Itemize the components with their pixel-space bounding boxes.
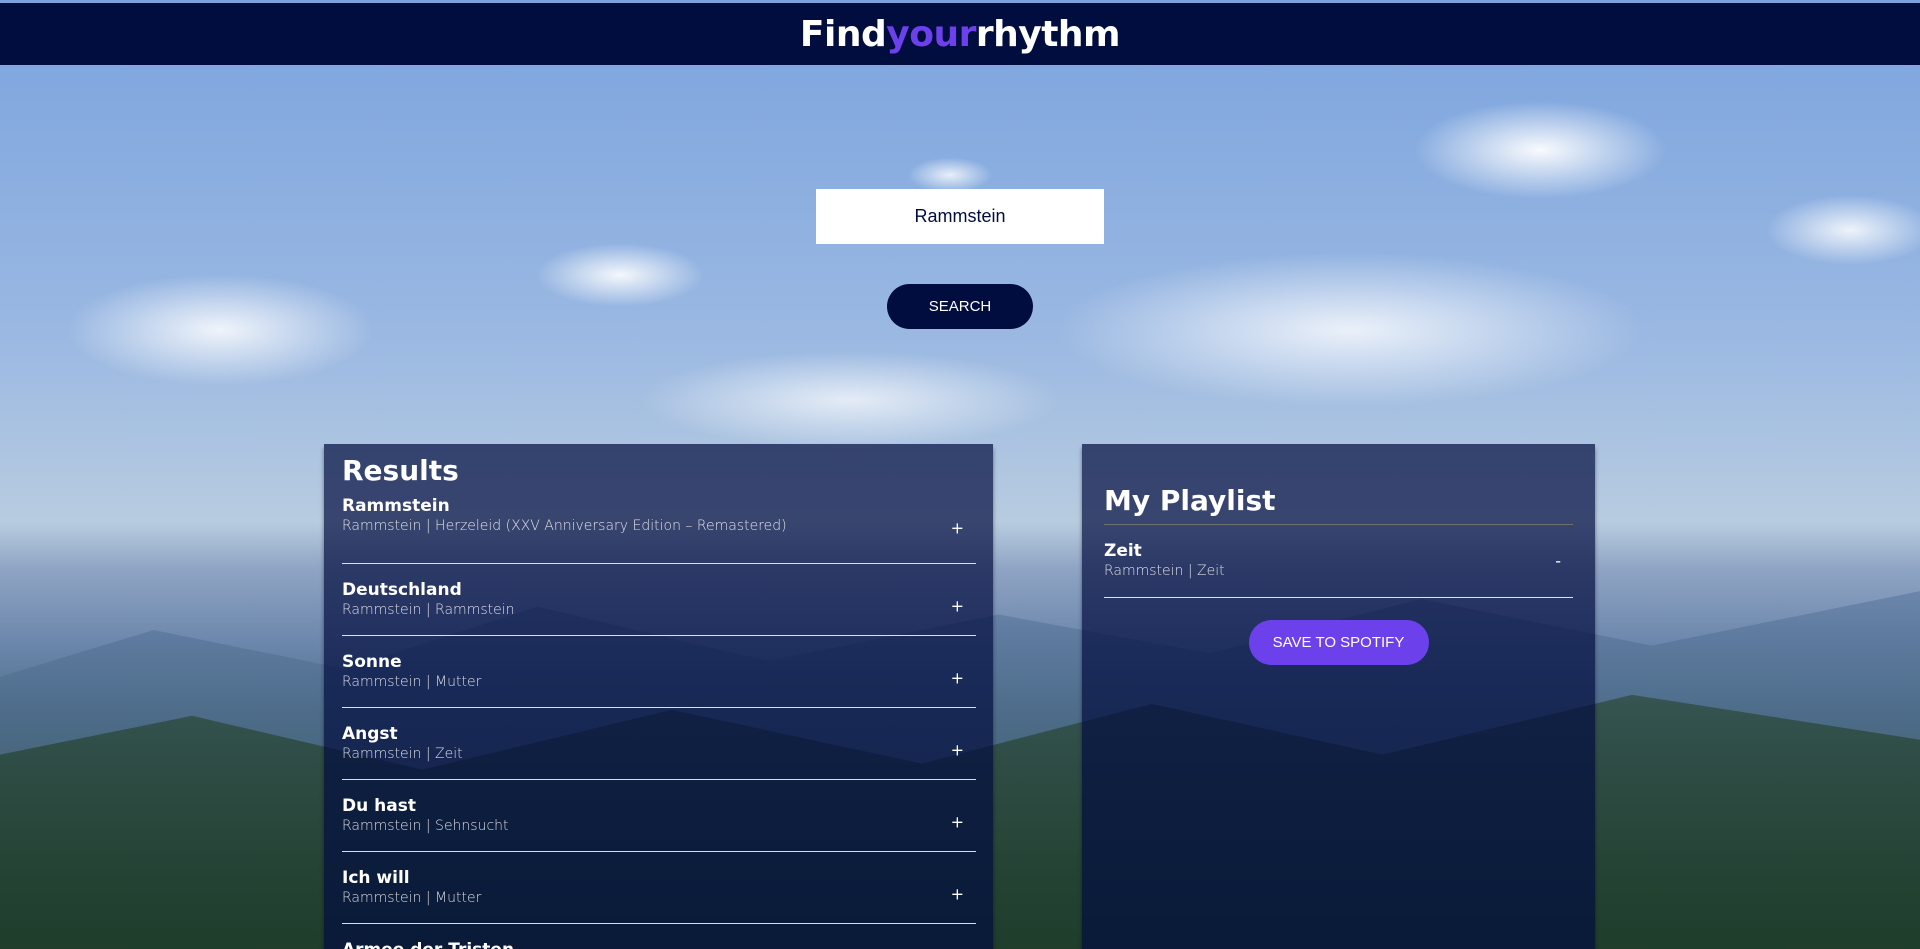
add-track-button[interactable]: + bbox=[947, 740, 968, 759]
track-name: Armee der Tristen bbox=[342, 940, 976, 949]
track-info: Rammstein | Mutter bbox=[342, 890, 482, 906]
result-track: Deutschland Rammstein | Rammstein + bbox=[342, 564, 976, 636]
result-track: Sonne Rammstein | Mutter + bbox=[342, 636, 976, 708]
playlist-panel: My Playlist Zeit Rammstein | Zeit - SAVE… bbox=[1082, 444, 1595, 949]
track-info: Rammstein | Herzeleid (XXV Anniversary E… bbox=[342, 518, 787, 534]
track-info: Rammstein | Zeit bbox=[342, 746, 463, 762]
track-name: Angst bbox=[342, 724, 398, 744]
save-to-spotify-button[interactable]: SAVE TO SPOTIFY bbox=[1248, 620, 1429, 665]
results-panel: Results Rammstein Rammstein | Herzeleid … bbox=[324, 444, 993, 949]
track-name: Du hast bbox=[342, 796, 416, 816]
result-track: Angst Rammstein | Zeit + bbox=[342, 708, 976, 780]
add-track-button[interactable]: + bbox=[947, 596, 968, 615]
app-logo: Findyourrhythm bbox=[799, 13, 1121, 55]
track-info: Rammstein | Sehnsucht bbox=[342, 818, 509, 834]
logo-text-your: your bbox=[886, 13, 976, 55]
logo-text-find: Find bbox=[799, 13, 887, 55]
track-name: Zeit bbox=[1104, 541, 1142, 561]
result-track: Du hast Rammstein | Sehnsucht + bbox=[342, 780, 976, 852]
add-track-button[interactable]: + bbox=[947, 668, 968, 687]
track-info: Rammstein | Rammstein bbox=[342, 602, 515, 618]
result-track: Ich will Rammstein | Mutter + bbox=[342, 852, 976, 924]
search-input[interactable] bbox=[816, 189, 1104, 244]
playlist-title[interactable]: My Playlist bbox=[1104, 484, 1573, 525]
track-name: Ich will bbox=[342, 868, 410, 888]
playlist-track: Zeit Rammstein | Zeit - bbox=[1104, 525, 1573, 598]
result-track: Rammstein Rammstein | Herzeleid (XXV Ann… bbox=[342, 492, 976, 564]
logo-text-rhythm: rhythm bbox=[975, 13, 1121, 55]
track-name: Rammstein bbox=[342, 496, 450, 516]
track-name: Deutschland bbox=[342, 580, 462, 600]
app-header: Findyourrhythm bbox=[0, 3, 1920, 65]
track-info: Rammstein | Mutter bbox=[342, 674, 482, 690]
add-track-button[interactable]: + bbox=[947, 812, 968, 831]
search-button[interactable]: SEARCH bbox=[887, 284, 1033, 329]
result-track: Armee der Tristen + bbox=[342, 924, 976, 949]
add-track-button[interactable]: + bbox=[947, 518, 968, 537]
track-info: Rammstein | Zeit bbox=[1104, 563, 1225, 579]
track-name: Sonne bbox=[342, 652, 402, 672]
remove-track-button[interactable]: - bbox=[1551, 552, 1565, 571]
results-title: Results bbox=[342, 454, 459, 487]
add-track-button[interactable]: + bbox=[947, 884, 968, 903]
